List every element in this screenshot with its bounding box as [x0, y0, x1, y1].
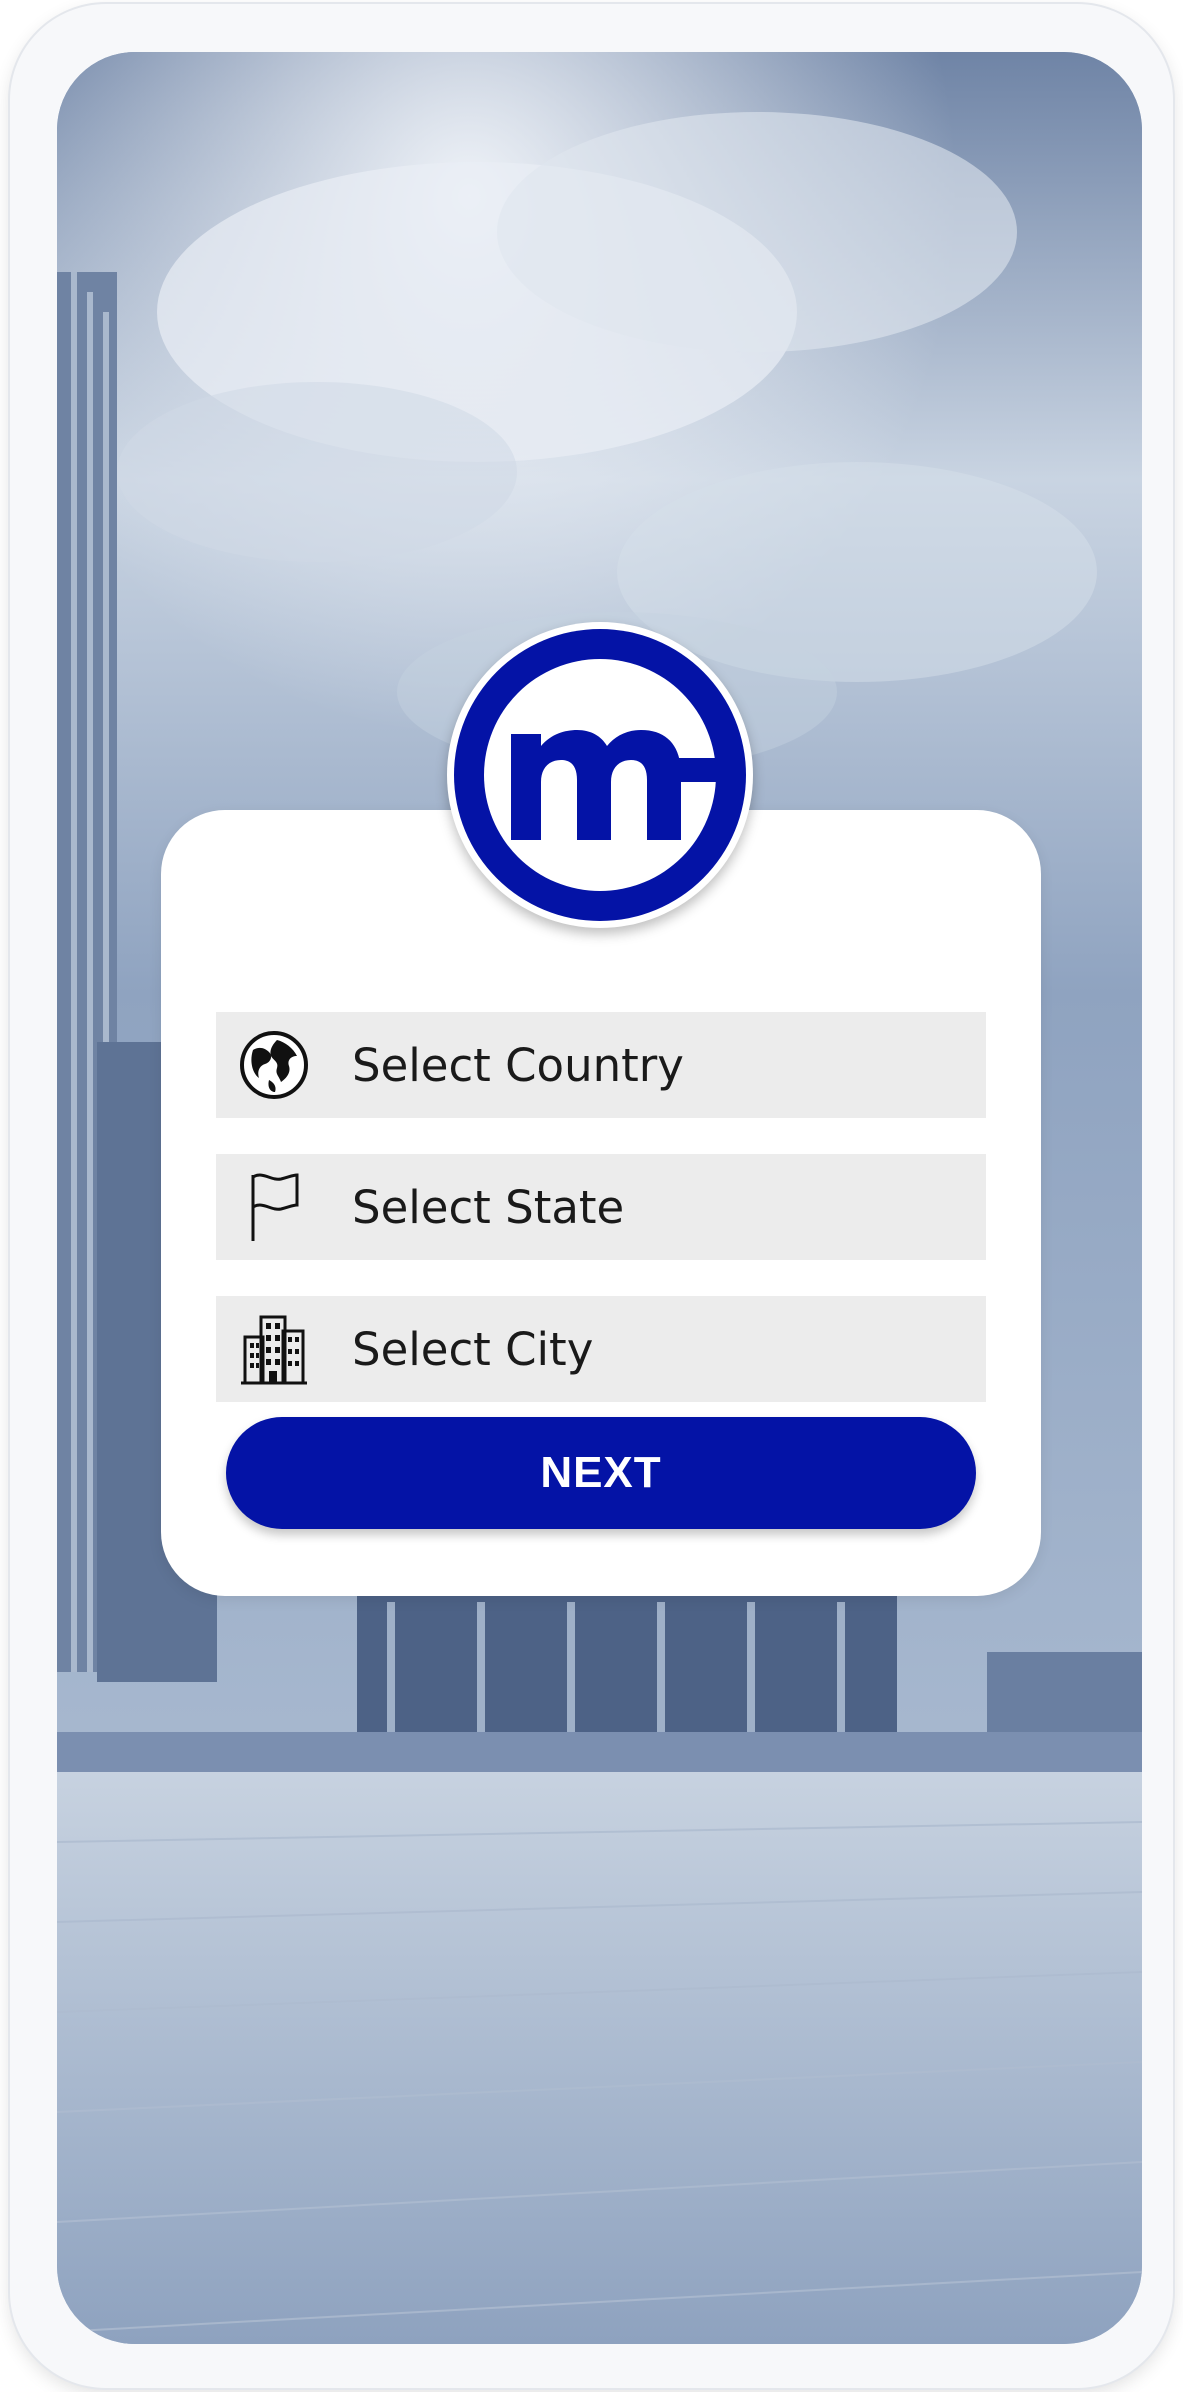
city-select[interactable]: Select City — [216, 1296, 986, 1402]
country-select-label: Select Country — [352, 1038, 684, 1092]
flag-icon — [234, 1167, 314, 1247]
state-select-label: Select State — [352, 1180, 625, 1234]
mc-logo-icon — [447, 622, 753, 928]
state-select[interactable]: Select State — [216, 1154, 986, 1260]
globe-icon — [234, 1025, 314, 1105]
country-select[interactable]: Select Country — [216, 1012, 986, 1118]
phone-frame: Select Country Select State Select City … — [10, 4, 1173, 2388]
app-screen: Select Country Select State Select City … — [57, 52, 1142, 2344]
city-select-label: Select City — [352, 1322, 594, 1376]
next-button[interactable]: NEXT — [226, 1417, 976, 1529]
city-buildings-icon — [234, 1309, 314, 1389]
